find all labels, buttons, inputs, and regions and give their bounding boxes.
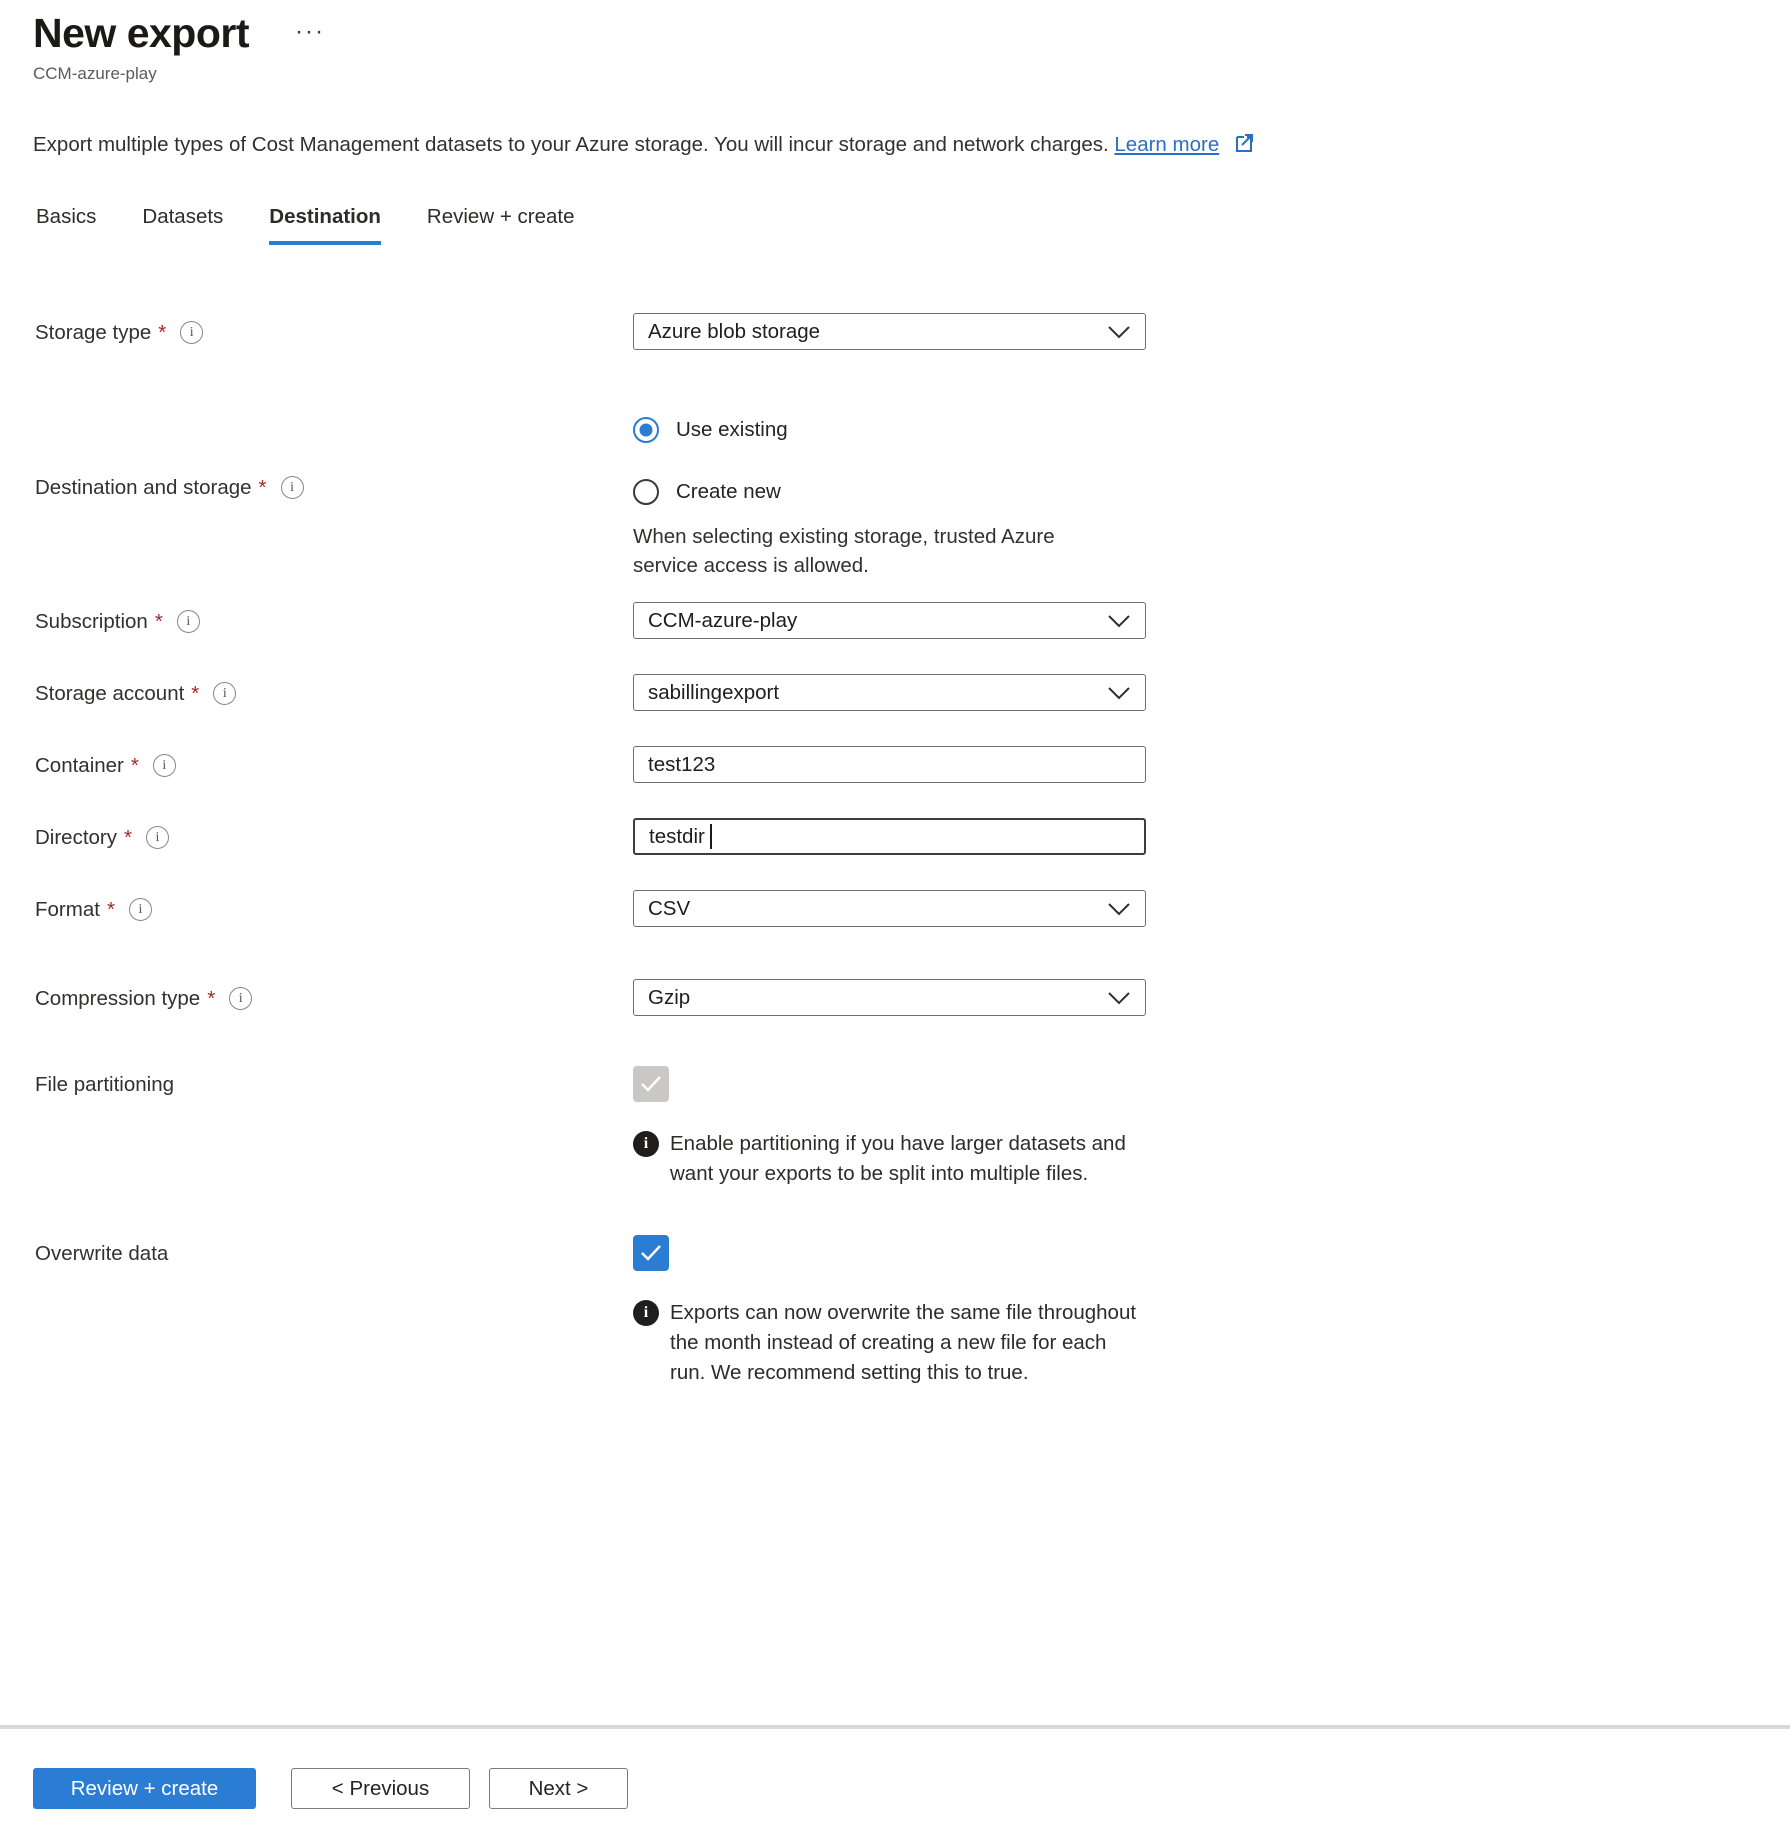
info-icon[interactable]: i [213, 682, 236, 705]
format-value: CSV [648, 897, 690, 921]
tab-basics[interactable]: Basics [36, 205, 96, 245]
previous-button[interactable]: < Previous [291, 1768, 470, 1809]
chevron-down-icon [1107, 902, 1131, 916]
info-icon[interactable]: i [129, 898, 152, 921]
overwrite-data-checkbox[interactable] [633, 1235, 669, 1271]
wizard-tabs: Basics Datasets Destination Review + cre… [36, 205, 1790, 245]
directory-label: Directory * i [35, 818, 633, 855]
tab-destination[interactable]: Destination [269, 205, 381, 245]
required-asterisk: * [259, 476, 267, 500]
page-title: New export [33, 10, 249, 57]
destination-storage-radiogroup: Use existing Create new When selecting e… [633, 417, 1146, 580]
radio-selected-icon [633, 417, 659, 443]
overwrite-data-note-row: i Exports can now overwrite the same fil… [0, 1298, 1790, 1388]
storage-account-row: Storage account * i sabillingexport [0, 674, 1790, 711]
checkmark-icon [640, 1075, 662, 1093]
subscription-value: CCM-azure-play [648, 609, 797, 633]
storage-type-label: Storage type * i [35, 313, 633, 350]
destination-storage-row: Destination and storage * i Use existing… [0, 417, 1790, 580]
description-text: Export multiple types of Cost Management… [33, 133, 1109, 156]
info-filled-icon: i [633, 1131, 659, 1157]
destination-form: Storage type * i Azure blob storage Dest… [0, 313, 1790, 1388]
radio-create-new[interactable]: Create new [633, 479, 1146, 505]
radio-use-existing[interactable]: Use existing [633, 417, 1146, 443]
breadcrumb-subtitle: CCM-azure-play [33, 64, 1790, 84]
storage-type-value: Azure blob storage [648, 320, 820, 344]
overwrite-data-row: Overwrite data [0, 1235, 1790, 1271]
header: New export ··· CCM-azure-play [0, 0, 1790, 84]
format-label: Format * i [35, 890, 633, 927]
compression-type-value: Gzip [648, 986, 690, 1010]
info-icon[interactable]: i [281, 476, 304, 499]
directory-row: Directory * i [0, 818, 1790, 855]
external-link-icon[interactable] [1233, 130, 1257, 154]
text-cursor [710, 824, 712, 849]
info-filled-icon: i [633, 1300, 659, 1326]
description: Export multiple types of Cost Management… [33, 130, 1790, 157]
file-partitioning-note: i Enable partitioning if you have larger… [633, 1129, 1143, 1189]
compression-type-dropdown[interactable]: Gzip [633, 979, 1146, 1016]
file-partitioning-checkbox [633, 1066, 669, 1102]
destination-storage-helper: When selecting existing storage, trusted… [633, 522, 1113, 580]
required-asterisk: * [155, 610, 163, 634]
more-options-icon[interactable]: ··· [295, 18, 325, 46]
new-export-blade: New export ··· CCM-azure-play Export mul… [0, 0, 1790, 1832]
container-input[interactable] [633, 746, 1146, 783]
info-icon[interactable]: i [177, 610, 200, 633]
required-asterisk: * [107, 898, 115, 922]
overwrite-data-label: Overwrite data [35, 1235, 633, 1271]
chevron-down-icon [1107, 686, 1131, 700]
chevron-down-icon [1107, 325, 1131, 339]
storage-type-row: Storage type * i Azure blob storage [0, 313, 1790, 350]
info-icon[interactable]: i [180, 321, 203, 344]
destination-storage-label: Destination and storage * i [35, 417, 633, 580]
info-icon[interactable]: i [229, 987, 252, 1010]
tab-datasets[interactable]: Datasets [142, 205, 223, 245]
required-asterisk: * [124, 826, 132, 850]
chevron-down-icon [1107, 614, 1131, 628]
radio-unselected-icon [633, 479, 659, 505]
file-partitioning-note-row: i Enable partitioning if you have larger… [0, 1129, 1790, 1189]
next-button[interactable]: Next > [489, 1768, 628, 1809]
tab-review-create[interactable]: Review + create [427, 205, 575, 245]
file-partitioning-label: File partitioning [35, 1066, 633, 1102]
chevron-down-icon [1107, 991, 1131, 1005]
storage-account-dropdown[interactable]: sabillingexport [633, 674, 1146, 711]
required-asterisk: * [191, 682, 199, 706]
footer: Review + create < Previous Next > [0, 1725, 1790, 1832]
format-row: Format * i CSV [0, 890, 1790, 927]
required-asterisk: * [131, 754, 139, 778]
storage-type-dropdown[interactable]: Azure blob storage [633, 313, 1146, 350]
container-row: Container * i [0, 746, 1790, 783]
format-dropdown[interactable]: CSV [633, 890, 1146, 927]
compression-type-label: Compression type * i [35, 979, 633, 1016]
required-asterisk: * [207, 987, 215, 1011]
learn-more-link[interactable]: Learn more [1114, 133, 1219, 156]
storage-account-value: sabillingexport [648, 681, 779, 705]
review-create-button[interactable]: Review + create [33, 1768, 256, 1809]
info-icon[interactable]: i [153, 754, 176, 777]
subscription-row: Subscription * i CCM-azure-play [0, 602, 1790, 639]
container-label: Container * i [35, 746, 633, 783]
required-asterisk: * [158, 321, 166, 345]
storage-account-label: Storage account * i [35, 674, 633, 711]
info-icon[interactable]: i [146, 826, 169, 849]
file-partitioning-row: File partitioning [0, 1066, 1790, 1102]
subscription-label: Subscription * i [35, 602, 633, 639]
compression-type-row: Compression type * i Gzip [0, 979, 1790, 1016]
checkmark-icon [640, 1244, 662, 1262]
overwrite-data-note: i Exports can now overwrite the same fil… [633, 1298, 1143, 1388]
subscription-dropdown[interactable]: CCM-azure-play [633, 602, 1146, 639]
